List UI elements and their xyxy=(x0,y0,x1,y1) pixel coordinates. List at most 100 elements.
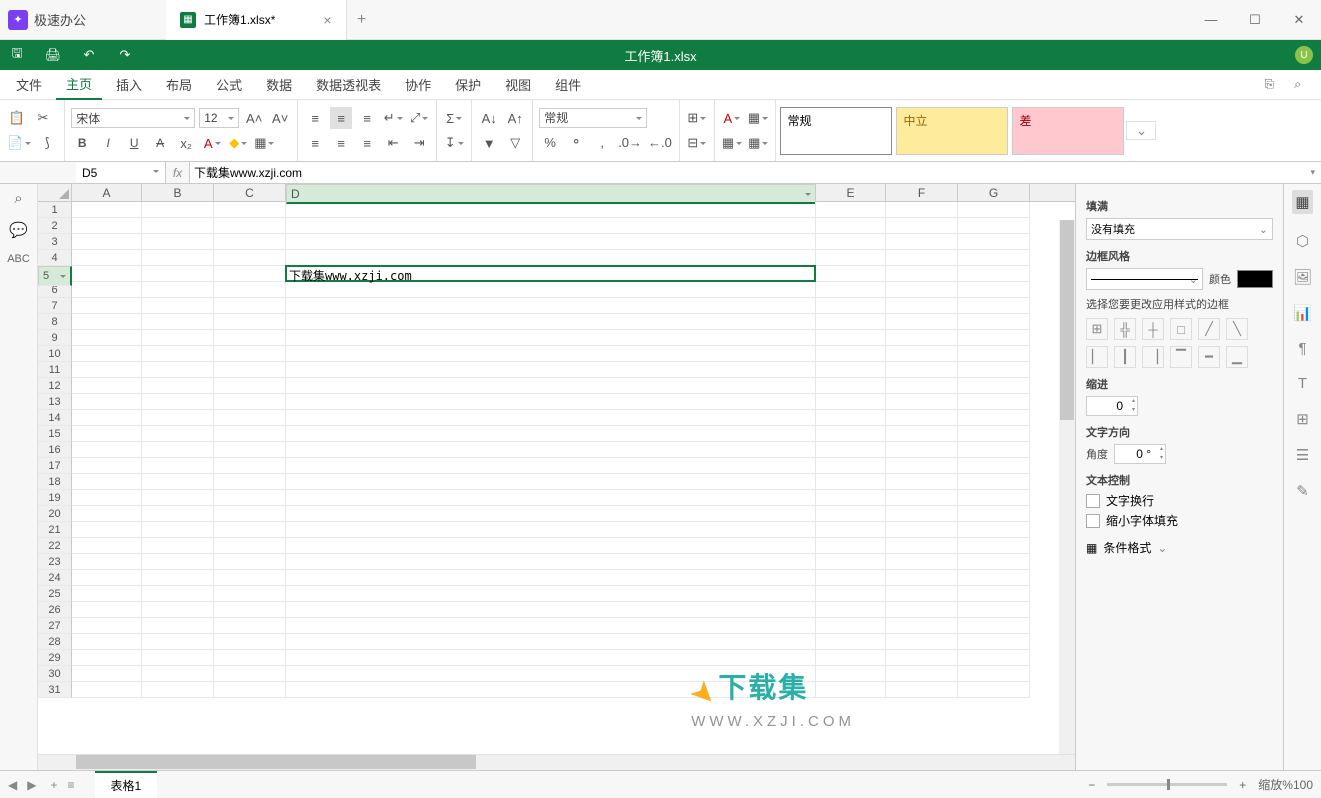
open-file-icon[interactable]: ⎘ xyxy=(1265,77,1275,92)
text-icon[interactable]: T xyxy=(1298,375,1307,392)
cell[interactable] xyxy=(816,266,886,282)
font-select[interactable]: 宋体 xyxy=(71,108,195,128)
cell[interactable] xyxy=(214,234,286,250)
pivot-icon[interactable]: ⊞ xyxy=(1296,410,1309,428)
cell[interactable] xyxy=(816,394,886,410)
close-button[interactable]: ✕ xyxy=(1277,0,1321,40)
border-bottom-button[interactable]: ▁ xyxy=(1226,346,1248,368)
border-all-button[interactable]: ⊞ xyxy=(1086,318,1108,340)
cell[interactable] xyxy=(142,218,214,234)
cell[interactable] xyxy=(816,282,886,298)
row-header[interactable]: 7 xyxy=(38,298,72,314)
cell[interactable] xyxy=(958,586,1030,602)
cell[interactable] xyxy=(142,618,214,634)
cell[interactable] xyxy=(886,586,958,602)
cell[interactable] xyxy=(286,202,816,218)
signature-icon[interactable]: ✎ xyxy=(1296,482,1309,500)
cell[interactable] xyxy=(72,362,142,378)
next-sheet-button[interactable]: ▶ xyxy=(27,778,36,792)
cell[interactable] xyxy=(958,522,1030,538)
cell[interactable] xyxy=(72,586,142,602)
cell[interactable] xyxy=(72,282,142,298)
insert-cells-button[interactable]: ⊞ xyxy=(686,107,708,129)
maximize-button[interactable]: ☐ xyxy=(1233,0,1277,40)
cell[interactable] xyxy=(958,346,1030,362)
cell[interactable] xyxy=(142,602,214,618)
cell[interactable] xyxy=(816,490,886,506)
format-painter-button[interactable]: ⟆ xyxy=(36,132,58,154)
cell[interactable] xyxy=(886,410,958,426)
cell[interactable] xyxy=(72,378,142,394)
decimal-inc-button[interactable]: .0→ xyxy=(617,131,643,153)
shapes-icon[interactable]: ⬡ xyxy=(1296,232,1309,250)
cell[interactable] xyxy=(816,506,886,522)
image-icon[interactable]: 🖼 xyxy=(1293,268,1312,286)
table-format-button[interactable]: ▦ xyxy=(747,107,769,129)
row-header[interactable]: 22 xyxy=(38,538,72,554)
search-icon[interactable]: ⌕ xyxy=(1294,77,1301,92)
row-header[interactable]: 20 xyxy=(38,506,72,522)
cell[interactable] xyxy=(286,394,816,410)
row-header[interactable]: 1 xyxy=(38,202,72,218)
cell[interactable] xyxy=(72,202,142,218)
minimize-button[interactable]: — xyxy=(1189,0,1233,40)
border-hmid-button[interactable]: ━ xyxy=(1198,346,1220,368)
col-header[interactable]: D xyxy=(286,184,816,204)
cell[interactable] xyxy=(286,666,816,682)
border-outer-button[interactable]: □ xyxy=(1170,318,1192,340)
cell[interactable] xyxy=(286,634,816,650)
cell[interactable] xyxy=(214,202,286,218)
cell[interactable] xyxy=(214,362,286,378)
comments-icon[interactable]: 💬 xyxy=(9,221,28,239)
col-header[interactable]: A xyxy=(72,184,142,201)
cell[interactable] xyxy=(142,282,214,298)
add-tab-button[interactable]: + xyxy=(347,11,377,29)
cell[interactable] xyxy=(958,682,1030,698)
cell[interactable] xyxy=(214,442,286,458)
cell[interactable] xyxy=(958,202,1030,218)
row-header[interactable]: 16 xyxy=(38,442,72,458)
cell[interactable] xyxy=(816,522,886,538)
cell[interactable] xyxy=(816,682,886,698)
cell[interactable] xyxy=(958,618,1030,634)
row-header[interactable]: 11 xyxy=(38,362,72,378)
delete-cells-button[interactable]: ⊟ xyxy=(686,132,708,154)
close-tab-icon[interactable]: × xyxy=(323,12,331,28)
cell[interactable] xyxy=(214,314,286,330)
cell[interactable] xyxy=(886,602,958,618)
row-header[interactable]: 8 xyxy=(38,314,72,330)
cell[interactable] xyxy=(286,314,816,330)
sheet-tab[interactable]: 表格1 xyxy=(95,771,158,798)
cell[interactable] xyxy=(72,250,142,266)
cell[interactable] xyxy=(286,618,816,634)
cell[interactable] xyxy=(214,330,286,346)
cell[interactable] xyxy=(286,426,816,442)
cell[interactable] xyxy=(142,570,214,586)
cell[interactable] xyxy=(886,378,958,394)
document-tab[interactable]: ▦ 工作簿1.xlsx* × xyxy=(166,0,347,40)
border-vmid-button[interactable]: ┃ xyxy=(1114,346,1136,368)
cell[interactable] xyxy=(886,202,958,218)
cell[interactable] xyxy=(816,410,886,426)
cell[interactable] xyxy=(816,378,886,394)
row-header[interactable]: 19 xyxy=(38,490,72,506)
cell[interactable] xyxy=(286,522,816,538)
cell[interactable] xyxy=(286,410,816,426)
row-header[interactable]: 27 xyxy=(38,618,72,634)
row-header[interactable]: 13 xyxy=(38,394,72,410)
cell[interactable] xyxy=(214,346,286,362)
style-normal[interactable]: 常规 xyxy=(780,107,892,155)
font-size-select[interactable]: 12 xyxy=(199,108,239,128)
chart-icon[interactable]: 📊 xyxy=(1293,304,1312,322)
cell[interactable] xyxy=(816,650,886,666)
cell[interactable] xyxy=(816,554,886,570)
cell[interactable] xyxy=(816,442,886,458)
cell[interactable] xyxy=(72,570,142,586)
cell[interactable] xyxy=(816,538,886,554)
row-header[interactable]: 24 xyxy=(38,570,72,586)
border-inner-v-button[interactable]: ┼ xyxy=(1142,318,1164,340)
border-left-button[interactable]: ▏ xyxy=(1086,346,1108,368)
cond-format-button[interactable]: A xyxy=(721,107,743,129)
cell[interactable] xyxy=(72,602,142,618)
cell[interactable] xyxy=(72,490,142,506)
